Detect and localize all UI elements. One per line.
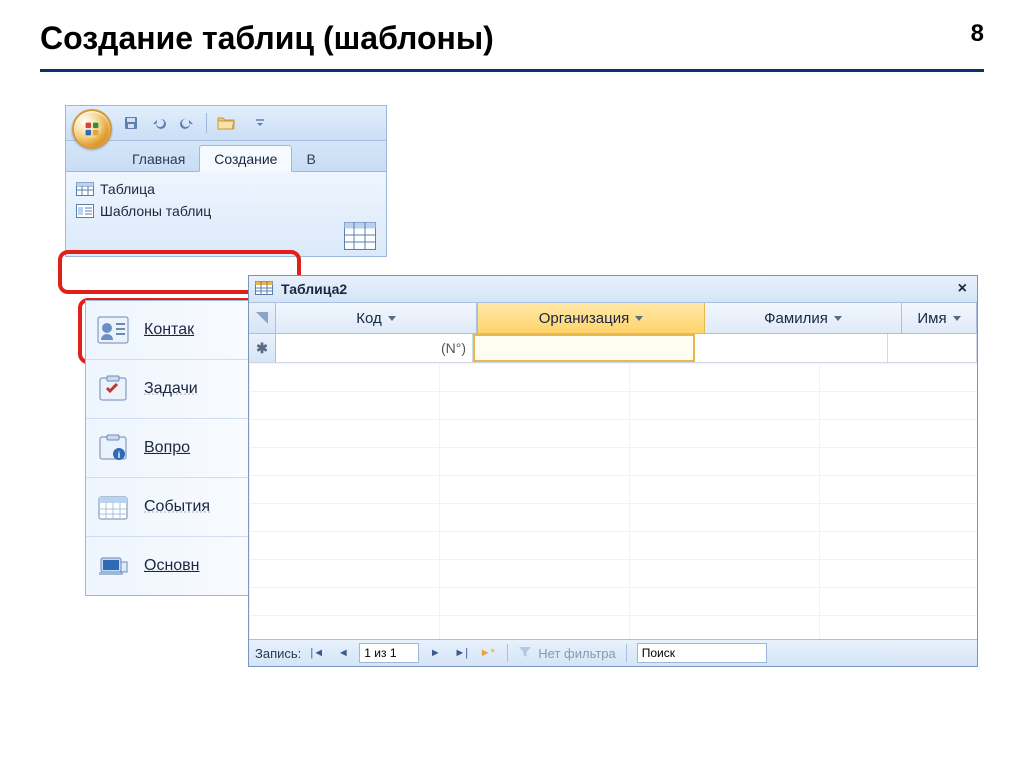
- svg-text:i: i: [118, 450, 121, 460]
- contacts-icon: [96, 315, 130, 345]
- tab-create[interactable]: Создание: [199, 145, 292, 172]
- dropdown-icon[interactable]: [635, 316, 643, 321]
- template-item-issues[interactable]: i Вопро: [86, 419, 251, 478]
- datasheet-window: Таблица2 × Код Организация Фамилия Имя ✱…: [248, 275, 978, 667]
- tasks-icon: [96, 374, 130, 404]
- page-number: 8: [971, 20, 984, 48]
- cell-lastname[interactable]: [695, 334, 888, 362]
- ribbon-item-label: Шаблоны таблиц: [100, 203, 211, 219]
- cell-id-placeholder: (N°): [276, 334, 473, 362]
- tab-next[interactable]: В: [292, 146, 329, 171]
- search-input[interactable]: [637, 643, 767, 663]
- record-label: Запись:: [255, 646, 301, 661]
- redo-icon[interactable]: [178, 114, 196, 132]
- template-item-tasks[interactable]: Задачи: [86, 360, 251, 419]
- column-header-label: Организация: [539, 310, 629, 327]
- template-item-label: Основн: [144, 557, 200, 575]
- record-navigator: Запись: |◄ ◄ ► ►| ►* Нет фильтра: [249, 639, 977, 666]
- no-filter-label: Нет фильтра: [538, 646, 615, 661]
- access-ribbon-window: Главная Создание В Таблица Шаблоны табли…: [65, 105, 387, 257]
- dropdown-icon[interactable]: [953, 316, 961, 321]
- datasheet-body[interactable]: [249, 363, 977, 639]
- qat-customize-icon[interactable]: [251, 114, 269, 132]
- close-icon[interactable]: ×: [954, 280, 971, 298]
- template-item-contacts[interactable]: Контак: [86, 301, 251, 360]
- nav-next-icon[interactable]: ►: [425, 643, 445, 663]
- ribbon-tabs: Главная Создание В: [66, 141, 386, 172]
- column-header-label: Фамилия: [764, 310, 828, 327]
- title-divider: [40, 69, 984, 72]
- assets-icon: [96, 551, 130, 581]
- template-dropdown: Контак Задачи i Вопро События Основн: [85, 300, 252, 596]
- table-grid-icon: [76, 181, 94, 197]
- save-icon[interactable]: [122, 114, 140, 132]
- datasheet-tab-bar: Таблица2 ×: [249, 276, 977, 303]
- status-separator: [507, 644, 508, 662]
- column-header-label: Имя: [917, 310, 946, 327]
- nav-first-icon[interactable]: |◄: [307, 643, 327, 663]
- status-separator: [626, 644, 627, 662]
- new-record-indicator: ✱: [249, 334, 276, 362]
- dropdown-icon[interactable]: [834, 316, 842, 321]
- nav-prev-icon[interactable]: ◄: [333, 643, 353, 663]
- column-header-company[interactable]: Организация: [477, 303, 705, 333]
- ribbon-item-label: Таблица: [100, 181, 155, 197]
- template-item-label: События: [144, 498, 210, 516]
- datasheet-table-icon: [255, 281, 273, 298]
- template-item-assets[interactable]: Основн: [86, 537, 251, 595]
- template-card-icon: [76, 203, 94, 219]
- ribbon-item-table[interactable]: Таблица: [72, 178, 380, 200]
- column-header-firstname[interactable]: Имя: [902, 303, 977, 333]
- undo-icon[interactable]: [150, 114, 168, 132]
- qat-divider: [206, 113, 207, 133]
- issues-icon: i: [96, 433, 130, 463]
- select-all-cell[interactable]: [249, 303, 276, 333]
- record-position-input[interactable]: [359, 643, 419, 663]
- tab-home[interactable]: Главная: [118, 146, 199, 171]
- new-record-row[interactable]: ✱ (N°): [249, 334, 977, 363]
- template-item-label: Задачи: [144, 380, 198, 398]
- dropdown-icon[interactable]: [388, 316, 396, 321]
- cell-firstname[interactable]: [888, 334, 977, 362]
- nav-last-icon[interactable]: ►|: [451, 643, 471, 663]
- calendar-icon: [96, 492, 130, 522]
- column-header-lastname[interactable]: Фамилия: [705, 303, 902, 333]
- nav-new-icon[interactable]: ►*: [477, 643, 497, 663]
- column-header-id[interactable]: Код: [276, 303, 477, 333]
- ribbon-group-tables: Таблица Шаблоны таблиц: [66, 172, 386, 256]
- cell-company-input[interactable]: [473, 334, 695, 362]
- table-grid-large-icon[interactable]: [344, 222, 376, 250]
- office-logo-icon: [81, 118, 103, 140]
- ribbon-item-table-templates[interactable]: Шаблоны таблиц: [72, 200, 380, 222]
- open-folder-icon[interactable]: [217, 114, 235, 132]
- column-header-row: Код Организация Фамилия Имя: [249, 303, 977, 334]
- template-item-label: Контак: [144, 321, 194, 339]
- office-button[interactable]: [72, 109, 112, 149]
- slide-header: Создание таблиц (шаблоны) 8: [40, 20, 984, 72]
- datasheet-tab-title[interactable]: Таблица2: [281, 281, 347, 297]
- slide-title: Создание таблиц (шаблоны): [40, 20, 494, 56]
- filter-icon: [518, 645, 532, 662]
- column-header-label: Код: [356, 310, 382, 327]
- quick-access-toolbar: [66, 106, 386, 141]
- template-item-events[interactable]: События: [86, 478, 251, 537]
- template-item-label: Вопро: [144, 439, 190, 457]
